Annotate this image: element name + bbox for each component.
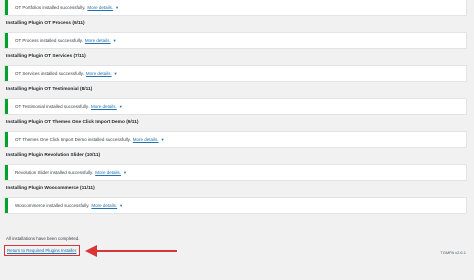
more-details-link[interactable]: More details. (133, 137, 159, 142)
triangle-down-icon[interactable]: ▼ (115, 5, 119, 10)
notice-message: OT Process installed successfully. (15, 38, 83, 43)
notice-message: OT Portfolios installed successfully. (15, 5, 86, 10)
notice-success: OT Process installed successfully. More … (5, 33, 466, 48)
return-link-highlight: Return to Required Plugins Installer (4, 245, 81, 256)
more-details-link[interactable]: More details. (86, 71, 112, 76)
triangle-down-icon[interactable]: ▼ (119, 104, 123, 109)
more-details-link[interactable]: More details. (87, 5, 113, 10)
triangle-down-icon[interactable]: ▼ (114, 71, 118, 76)
more-details-link[interactable]: More details. (91, 203, 117, 208)
notice-message: OT Services installed successfully. (15, 71, 84, 76)
notice-message: OT Testimonial installed successfully. (15, 104, 90, 109)
notice-message: Woocommerce installed successfully. (15, 203, 90, 208)
install-heading: Installing Plugin OT Services (7/11) (6, 54, 86, 59)
arrow-left-icon (85, 245, 177, 257)
notice-success: OT Portfolios installed successfully. Mo… (5, 0, 466, 15)
notice-message: Revolution Slider installed successfully… (15, 170, 94, 175)
notice-success: Woocommerce installed successfully. More… (5, 198, 466, 213)
completion-message: All installations have been completed. (6, 236, 80, 241)
install-heading: Installing Plugin Revolution Slider (10/… (6, 153, 101, 158)
more-details-link[interactable]: More details. (95, 170, 121, 175)
version-label: TGMPA v2.6.1 (440, 250, 466, 255)
notice-success: OT Testimonial installed successfully. M… (5, 99, 466, 114)
install-heading: Installing Plugin OT Process (6/11) (6, 21, 85, 26)
triangle-down-icon[interactable]: ▼ (123, 170, 127, 175)
install-heading: Installing Plugin Woocommerce (11/11) (6, 186, 95, 191)
notice-message: OT Themes One Click Import Demo installe… (15, 137, 131, 142)
notice-success: Revolution Slider installed successfully… (5, 165, 466, 180)
notice-success: OT Services installed successfully. More… (5, 66, 466, 81)
triangle-down-icon[interactable]: ▼ (161, 137, 165, 142)
install-heading: Installing Plugin OT Testimonial (8/11) (6, 87, 93, 92)
more-details-link[interactable]: More details. (91, 104, 117, 109)
install-log: OT Portfolios installed successfully. Mo… (5, 0, 466, 218)
install-heading: Installing Plugin OT Themes One Click Im… (6, 120, 139, 125)
triangle-down-icon[interactable]: ▼ (119, 203, 123, 208)
return-to-installer-link[interactable]: Return to Required Plugins Installer (7, 248, 76, 253)
more-details-link[interactable]: More details. (85, 38, 111, 43)
triangle-down-icon[interactable]: ▼ (113, 38, 117, 43)
notice-success: OT Themes One Click Import Demo installe… (5, 132, 466, 147)
